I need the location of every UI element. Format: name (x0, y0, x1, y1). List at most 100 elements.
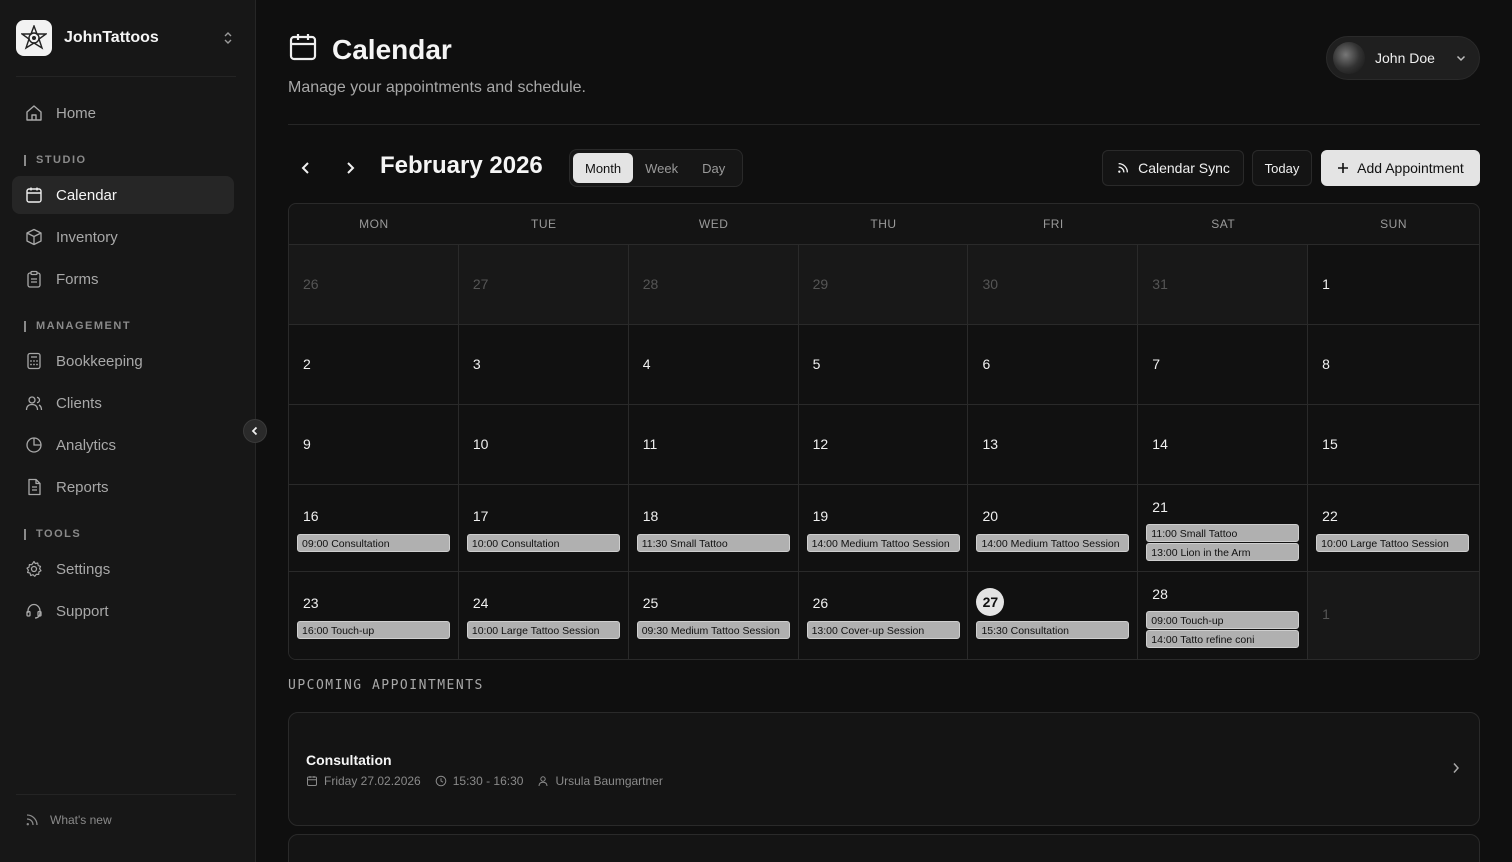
sidebar: JohnTattoos Home STUDIO Calendar Invento… (0, 0, 256, 862)
calendar-event[interactable]: 14:00 Medium Tattoo Session (976, 534, 1130, 552)
calendar-day-cell[interactable]: 28 09:00 Touch-up 14:00 Tatto refine coni (1138, 572, 1309, 659)
calendar-event[interactable]: 14:00 Medium Tattoo Session (806, 534, 960, 552)
calendar-day-cell[interactable]: 29 (798, 245, 969, 324)
calendar-day-cell[interactable]: 13 (968, 405, 1139, 484)
whats-new-link[interactable]: What's new (24, 812, 112, 828)
day-number: 22 (1322, 508, 1338, 524)
calendar-day-cell[interactable]: 24 10:00 Large Tattoo Session (458, 572, 629, 659)
add-appointment-label: Add Appointment (1357, 160, 1464, 176)
appointment-card[interactable] (288, 834, 1480, 862)
calendar-day-cell[interactable]: 3 (458, 325, 629, 404)
calendar-toolbar: February 2026 Month Week Day Calendar Sy… (288, 149, 1480, 187)
chevron-up-down-icon (220, 30, 236, 46)
calendar-event[interactable]: 16:00 Touch-up (297, 621, 450, 639)
calendar-event[interactable]: 15:30 Consultation (976, 621, 1130, 639)
headset-icon (24, 601, 44, 621)
sidebar-item-label: Inventory (56, 228, 118, 246)
calendar-event[interactable]: 10:00 Consultation (466, 534, 620, 552)
calendar-day-cell[interactable]: 31 (1138, 245, 1309, 324)
section-management: MANAGEMENT (24, 321, 131, 332)
header-divider (288, 124, 1480, 125)
sidebar-item-forms[interactable]: Forms (12, 260, 234, 298)
day-number: 19 (812, 508, 829, 524)
calendar-event[interactable]: 10:00 Large Tattoo Session (466, 621, 620, 639)
sidebar-item-reports[interactable]: Reports (12, 468, 234, 506)
calendar-day-cell[interactable]: 8 (1308, 325, 1479, 404)
user-menu-button[interactable]: John Doe (1326, 36, 1480, 80)
calendar-day-cell[interactable]: 14 (1138, 405, 1309, 484)
calendar-day-cell[interactable]: 7 (1138, 325, 1309, 404)
calendar-day-cell[interactable]: 16 09:00 Consultation (289, 485, 459, 571)
calendar-event[interactable]: 11:30 Small Tattoo (636, 534, 790, 552)
previous-month-button[interactable] (292, 154, 320, 182)
pie-chart-icon (24, 435, 44, 455)
calendar-day-cell[interactable]: 28 (628, 245, 799, 324)
sidebar-item-clients[interactable]: Clients (12, 384, 234, 422)
calendar-event[interactable]: 09:00 Touch-up (1146, 611, 1300, 629)
calendar-day-cell[interactable]: 27 15:30 Consultation (968, 572, 1139, 659)
day-number: 28 (642, 276, 659, 292)
calendar-day-cell[interactable]: 9 (289, 405, 459, 484)
calendar-day-cell[interactable]: 27 (458, 245, 629, 324)
appointment-card[interactable]: Consultation Friday 27.02.2026 15:30 - 1… (288, 712, 1480, 826)
package-icon (24, 227, 44, 247)
calendar-day-cell[interactable]: 15 (1308, 405, 1479, 484)
calendar-week-row: 26 27 28 29 30 31 1 (289, 245, 1479, 325)
sidebar-item-inventory[interactable]: Inventory (12, 218, 234, 256)
calendar-day-cell[interactable]: 25 09:30 Medium Tattoo Session (628, 572, 799, 659)
sidebar-item-calendar[interactable]: Calendar (12, 176, 234, 214)
calendar-sync-label: Calendar Sync (1138, 160, 1230, 176)
calendar-sync-button[interactable]: Calendar Sync (1102, 150, 1244, 186)
calendar-day-cell[interactable]: 18 11:30 Small Tattoo (628, 485, 799, 571)
calendar-day-cell[interactable]: 1 (1308, 572, 1479, 659)
calendar-day-cell[interactable]: 4 (628, 325, 799, 404)
calendar-day-cell[interactable]: 26 (289, 245, 459, 324)
chevron-right-icon (1451, 761, 1461, 775)
add-appointment-button[interactable]: Add Appointment (1321, 150, 1480, 186)
calendar-event[interactable]: 13:00 Lion in the Arm (1146, 543, 1300, 561)
calendar-week-row: 2 3 4 5 6 7 8 (289, 325, 1479, 405)
calendar-day-cell[interactable]: 30 (968, 245, 1139, 324)
calendar-day-cell[interactable]: 11 (628, 405, 799, 484)
calendar-day-cell[interactable]: 20 14:00 Medium Tattoo Session (968, 485, 1139, 571)
calendar-day-cell[interactable]: 1 (1308, 245, 1479, 324)
next-month-button[interactable] (336, 154, 364, 182)
calendar-event[interactable]: 09:00 Consultation (297, 534, 450, 552)
view-month-button[interactable]: Month (573, 153, 634, 183)
calendar-day-cell[interactable]: 2 (289, 325, 459, 404)
calendar-day-cell[interactable]: 22 10:00 Large Tattoo Session (1308, 485, 1479, 571)
sidebar-item-analytics[interactable]: Analytics (12, 426, 234, 464)
sidebar-item-bookkeeping[interactable]: Bookkeeping (12, 342, 234, 380)
calendar-day-cell[interactable]: 19 14:00 Medium Tattoo Session (798, 485, 969, 571)
calendar-day-cell[interactable]: 10 (458, 405, 629, 484)
calendar-event[interactable]: 09:30 Medium Tattoo Session (636, 621, 790, 639)
calendar-day-cell[interactable]: 6 (968, 325, 1139, 404)
calendar-day-cell[interactable]: 23 16:00 Touch-up (289, 572, 459, 659)
sidebar-item-support[interactable]: Support (12, 592, 234, 630)
calendar-event[interactable]: 13:00 Cover-up Session (806, 621, 960, 639)
appointment-time-text: 15:30 - 16:30 (452, 774, 524, 788)
sidebar-item-home[interactable]: Home (12, 94, 234, 132)
today-button[interactable]: Today (1252, 150, 1312, 186)
sidebar-item-label: Bookkeeping (56, 352, 143, 370)
main-content: Calendar Manage your appointments and sc… (288, 0, 1480, 862)
day-number: 1 (1322, 276, 1330, 292)
calendar-day-cell[interactable]: 5 (798, 325, 969, 404)
studio-switcher[interactable]: JohnTattoos (16, 20, 236, 56)
day-number: 1 (1322, 606, 1330, 622)
day-number: 17 (472, 508, 489, 524)
collapse-sidebar-button[interactable] (243, 419, 267, 443)
calendar-day-cell[interactable]: 21 11:00 Small Tattoo 13:00 Lion in the Ar… (1138, 485, 1309, 571)
calendar-day-cell[interactable]: 17 10:00 Consultation (458, 485, 629, 571)
tattoo-mandala-logo-icon (16, 20, 52, 56)
sidebar-item-settings[interactable]: Settings (12, 550, 234, 588)
calendar-event[interactable]: 10:00 Large Tattoo Session (1316, 534, 1470, 552)
view-week-button[interactable]: Week (633, 153, 690, 183)
calendar-event[interactable]: 14:00 Tatto refine coni (1146, 630, 1300, 648)
calendar-body: 26 27 28 29 30 31 1 2 3 4 5 6 7 8 9 10 11 12 13 14 15 16 09:00… (289, 245, 1479, 659)
calendar-day-cell[interactable]: 12 (798, 405, 969, 484)
view-day-button[interactable]: Day (690, 153, 737, 183)
sidebar-item-label: Home (56, 104, 97, 122)
calendar-event[interactable]: 11:00 Small Tattoo (1146, 524, 1300, 542)
calendar-day-cell[interactable]: 26 13:00 Cover-up Session (798, 572, 969, 659)
